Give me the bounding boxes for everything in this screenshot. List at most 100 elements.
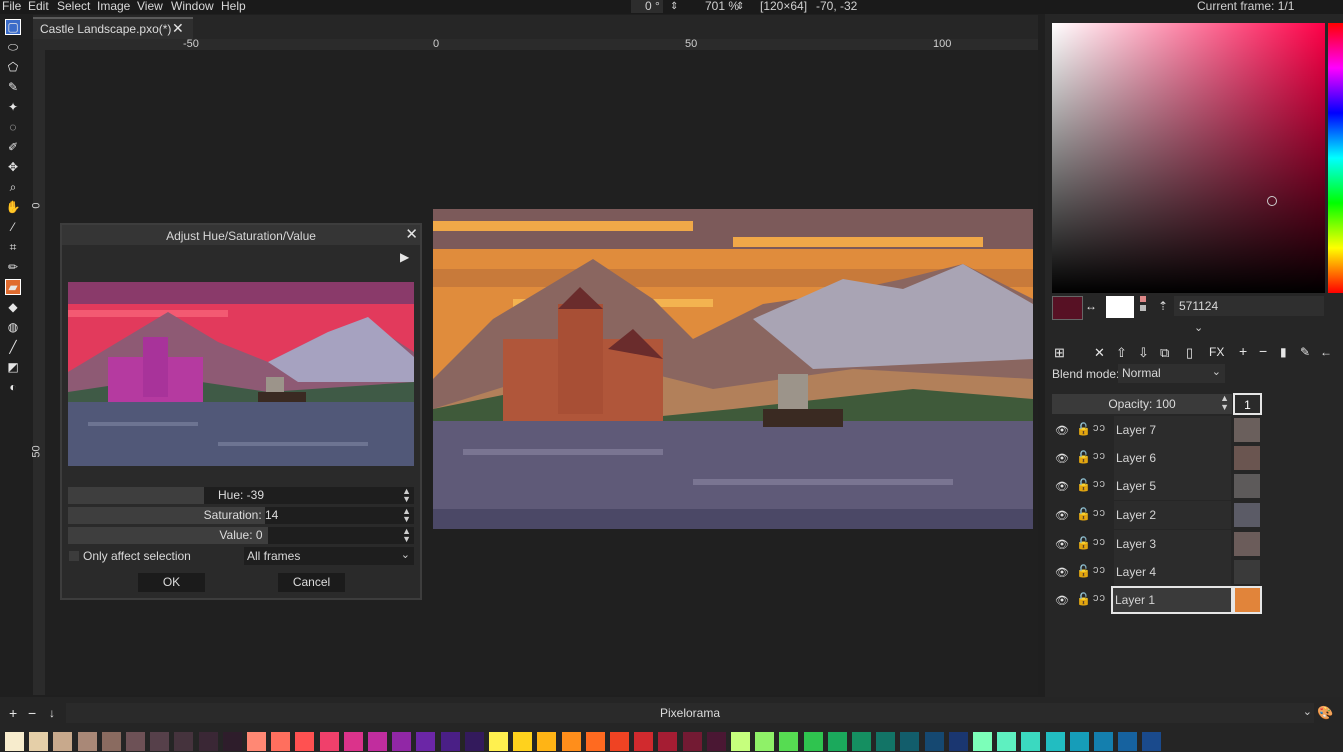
preview-animation-icon[interactable]: ▶: [400, 250, 409, 264]
palette-swatch[interactable]: [198, 732, 218, 751]
value-slider[interactable]: Value: 0 ▲ ▼: [68, 527, 414, 544]
palette-swatch[interactable]: [1142, 732, 1162, 751]
palette-swatch[interactable]: [1045, 732, 1065, 751]
palette-swatch[interactable]: [101, 732, 121, 751]
palette-swatch[interactable]: [126, 732, 145, 751]
add-frame-icon[interactable]: ⊞: [1054, 345, 1065, 361]
palette-swatch[interactable]: [513, 732, 533, 751]
select-by-draw-icon[interactable]: ✐: [5, 139, 21, 155]
eraser-icon[interactable]: ▰: [5, 279, 21, 295]
lock-icon[interactable]: 🔓: [1076, 592, 1091, 606]
color-picker-icon[interactable]: ⁄: [5, 219, 21, 235]
layer-row[interactable]: 👁 🔓 ↄ ↄ Layer 6: [1051, 444, 1263, 472]
palette-swatch[interactable]: [464, 732, 484, 751]
lock-icon[interactable]: 🔓: [1076, 536, 1091, 550]
only-selection-checkbox[interactable]: [69, 551, 79, 561]
palette-swatch[interactable]: [440, 732, 460, 751]
palette-swatch[interactable]: [779, 732, 799, 751]
move-frame-up-icon[interactable]: ⇧: [1116, 345, 1127, 361]
merge-layer-icon[interactable]: ✎: [1300, 345, 1310, 359]
palette-swatch[interactable]: [174, 732, 194, 751]
dialog-close-icon[interactable]: ✕: [405, 225, 418, 243]
recent-color-2[interactable]: [1140, 305, 1146, 311]
eye-icon[interactable]: 👁: [1055, 509, 1069, 522]
palette-swatch[interactable]: [852, 732, 871, 751]
eye-icon[interactable]: 👁: [1055, 538, 1069, 551]
palette-swatch[interactable]: [247, 732, 266, 751]
palette-swatch[interactable]: [53, 732, 73, 751]
eye-icon[interactable]: 👁: [1055, 566, 1069, 579]
color-select-icon[interactable]: ✎: [5, 79, 21, 95]
menu-image[interactable]: Image: [97, 0, 130, 13]
zoom-icon[interactable]: ⌕: [5, 179, 21, 195]
layer-row[interactable]: 👁 🔓 ↄ ↄ Layer 7: [1051, 416, 1263, 444]
ellipse-icon[interactable]: ◐: [5, 379, 21, 395]
palette-swatch[interactable]: [1118, 732, 1138, 751]
add-layer-icon[interactable]: +: [1239, 343, 1247, 359]
primary-color-swatch[interactable]: [1052, 296, 1083, 320]
palette-swatch[interactable]: [948, 732, 968, 751]
menu-help[interactable]: Help: [221, 0, 246, 13]
tab-close-icon[interactable]: ✕: [172, 20, 184, 37]
expand-color-options-icon[interactable]: ⌄: [1194, 321, 1203, 334]
cancel-button[interactable]: Cancel: [278, 573, 345, 592]
link-icon[interactable]: ↄ ↄ: [1093, 450, 1105, 462]
lock-icon[interactable]: 🔓: [1076, 564, 1091, 578]
layer-row-selected[interactable]: 👁 🔓 ↄ ↄ Layer 1: [1051, 586, 1263, 614]
affect-dropdown[interactable]: All frames ⌄: [244, 547, 414, 565]
eye-icon[interactable]: 👁: [1055, 480, 1069, 493]
palette-settings-icon[interactable]: 🎨: [1317, 705, 1333, 721]
remove-frame-icon[interactable]: ✕: [1094, 345, 1105, 361]
palette-swatch[interactable]: [537, 732, 557, 751]
frame-settings-icon[interactable]: ▯: [1186, 345, 1193, 361]
ok-button[interactable]: OK: [138, 573, 205, 592]
remove-layer-icon[interactable]: −: [1259, 343, 1267, 359]
palette-swatch[interactable]: [682, 732, 702, 751]
color-picker-icon[interactable]: ⇡: [1158, 299, 1168, 313]
color-picker-cursor[interactable]: [1267, 196, 1277, 206]
link-icon[interactable]: ↄ ↄ: [1093, 592, 1105, 604]
rectangle-select-icon[interactable]: ▢: [5, 19, 21, 35]
lock-icon[interactable]: 🔓: [1076, 422, 1091, 436]
palette-swatch[interactable]: [755, 732, 775, 751]
layer-row[interactable]: 👁 🔓 ↄ ↄ Layer 2: [1051, 501, 1263, 529]
secondary-color-swatch[interactable]: [1106, 296, 1134, 318]
palette-swatch[interactable]: [416, 732, 436, 751]
value-stepper-icon[interactable]: ▲ ▼: [402, 527, 411, 544]
swap-colors-icon[interactable]: ↔: [1085, 299, 1097, 313]
menu-view[interactable]: View: [137, 0, 163, 13]
clone-frame-icon[interactable]: ⧉: [1160, 345, 1169, 361]
palette-swatch[interactable]: [634, 732, 654, 751]
link-icon[interactable]: ↄ ↄ: [1093, 478, 1105, 490]
palette-swatch[interactable]: [658, 732, 678, 751]
palette-swatch[interactable]: [77, 732, 97, 751]
rectangle-icon[interactable]: ◩: [5, 359, 21, 375]
link-icon[interactable]: ↄ ↄ: [1093, 507, 1105, 519]
palette-swatch[interactable]: [1094, 732, 1113, 751]
palette-swatch[interactable]: [1021, 732, 1041, 751]
palette-swatch[interactable]: [319, 732, 339, 751]
menu-file[interactable]: File: [2, 0, 21, 13]
menu-window[interactable]: Window: [171, 0, 214, 13]
fx-button[interactable]: FX: [1209, 345, 1224, 359]
menu-select[interactable]: Select: [57, 0, 90, 13]
opacity-slider[interactable]: Opacity: 100 ▲ ▼: [1052, 394, 1232, 414]
crop-icon[interactable]: ⌗: [5, 239, 21, 255]
palette-swatch[interactable]: [222, 732, 242, 751]
palette-swatch[interactable]: [1069, 732, 1089, 751]
eye-icon[interactable]: 👁: [1055, 424, 1069, 437]
add-palette-icon[interactable]: +: [9, 705, 17, 721]
palette-swatch[interactable]: [900, 732, 920, 751]
polygon-select-icon[interactable]: ⬠: [5, 59, 21, 75]
ellipse-select-icon[interactable]: ⬭: [5, 39, 21, 55]
hue-strip[interactable]: [1328, 23, 1343, 293]
move-icon[interactable]: ✥: [5, 159, 21, 175]
hue-stepper-icon[interactable]: ▲ ▼: [402, 487, 411, 504]
palette-swatch[interactable]: [803, 732, 823, 751]
link-icon[interactable]: ↄ ↄ: [1093, 536, 1105, 548]
palette-swatch[interactable]: [610, 732, 629, 751]
palette-swatch[interactable]: [295, 732, 315, 751]
eye-icon[interactable]: 👁: [1055, 452, 1069, 465]
lock-icon[interactable]: 🔓: [1076, 507, 1091, 521]
recent-color-1[interactable]: [1140, 296, 1146, 302]
